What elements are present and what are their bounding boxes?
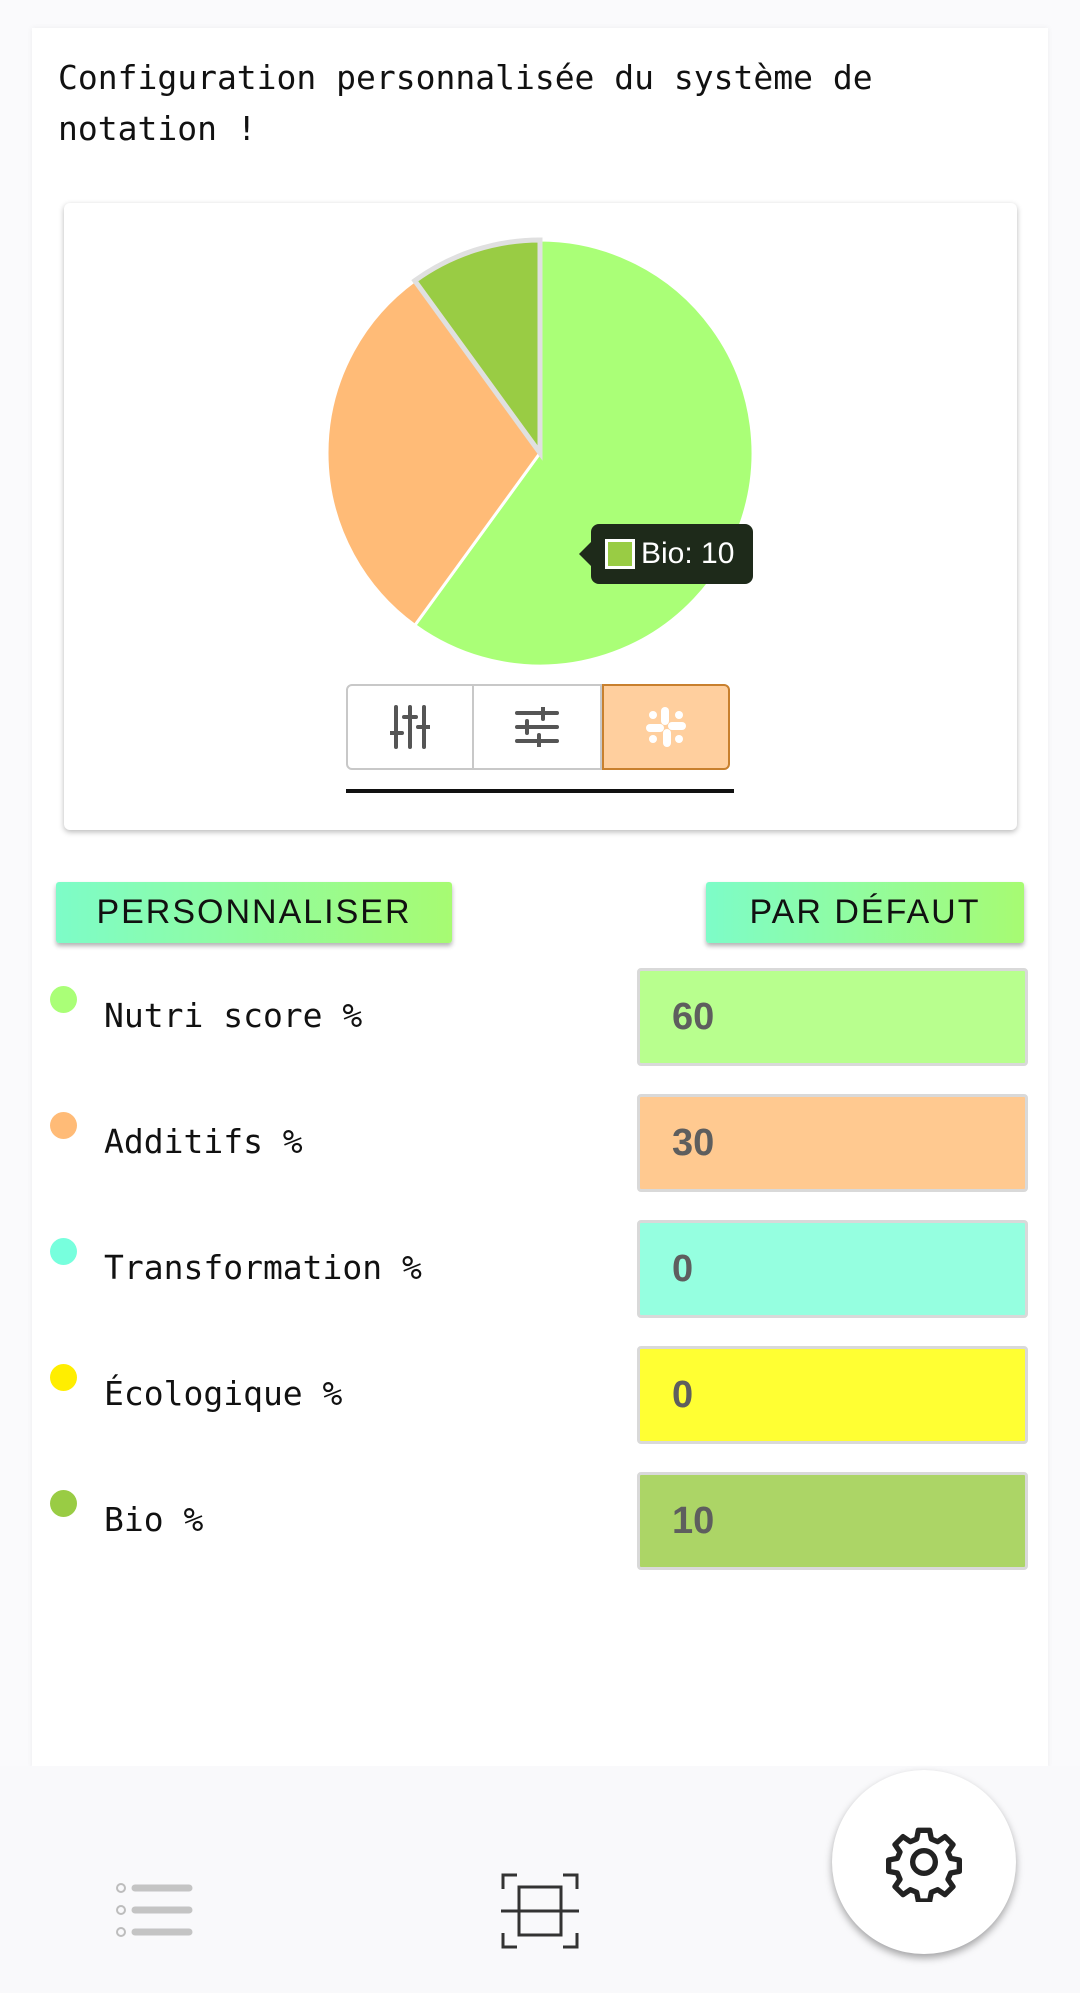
criterion-row-additives: Additifs % 30 xyxy=(0,1094,1080,1194)
criterion-row-bio: Bio % 10 xyxy=(0,1472,1080,1572)
nutri-score-color-dot xyxy=(50,986,77,1013)
default-button[interactable]: PAR DÉFAUT xyxy=(706,882,1024,943)
criterion-row-nutri-score: Nutri score % 60 xyxy=(0,968,1080,1068)
horizontal-sliders-view-button[interactable] xyxy=(474,684,602,770)
personalize-button[interactable]: PERSONNALISER xyxy=(56,882,452,943)
gear-icon xyxy=(886,1827,962,1902)
criterion-row-ecological: Écologique % 0 xyxy=(0,1346,1080,1446)
additives-input[interactable]: 30 xyxy=(637,1094,1028,1192)
list-nav-button[interactable] xyxy=(110,1875,200,1945)
toggle-underline xyxy=(346,789,734,793)
page-title: Configuration personnalisée du système d… xyxy=(58,58,873,148)
tooltip-text: Bio: 10 xyxy=(641,537,735,570)
criterion-row-transformation: Transformation % 0 xyxy=(0,1220,1080,1320)
barcode-scan-icon xyxy=(501,1873,579,1949)
pie-chart-icon xyxy=(646,707,686,747)
nutri-score-input[interactable]: 60 xyxy=(637,968,1028,1066)
transformation-label: Transformation % xyxy=(104,1248,422,1287)
transformation-input[interactable]: 0 xyxy=(637,1220,1028,1318)
settings-nav-button[interactable] xyxy=(832,1770,1016,1954)
bio-label: Bio % xyxy=(104,1500,204,1539)
ecological-label: Écologique % xyxy=(104,1374,343,1413)
nutri-score-label: Nutri score % xyxy=(104,996,363,1035)
pie-view-button[interactable] xyxy=(602,684,730,770)
additives-color-dot xyxy=(50,1112,77,1139)
ecological-input[interactable]: 0 xyxy=(637,1346,1028,1444)
tooltip-color-swatch xyxy=(605,539,635,569)
horizontal-sliders-icon xyxy=(515,707,559,747)
bio-color-dot xyxy=(50,1490,77,1517)
additives-label: Additifs % xyxy=(104,1122,303,1161)
chart-view-toggle xyxy=(346,684,730,770)
vertical-sliders-view-button[interactable] xyxy=(346,684,474,770)
transformation-color-dot xyxy=(50,1238,77,1265)
vertical-sliders-icon xyxy=(390,705,430,749)
chart-tooltip: Bio: 10 xyxy=(579,524,753,584)
list-icon xyxy=(116,1883,193,1937)
bio-input[interactable]: 10 xyxy=(637,1472,1028,1570)
scan-nav-button[interactable] xyxy=(496,1870,584,1952)
ecological-color-dot xyxy=(50,1364,77,1391)
